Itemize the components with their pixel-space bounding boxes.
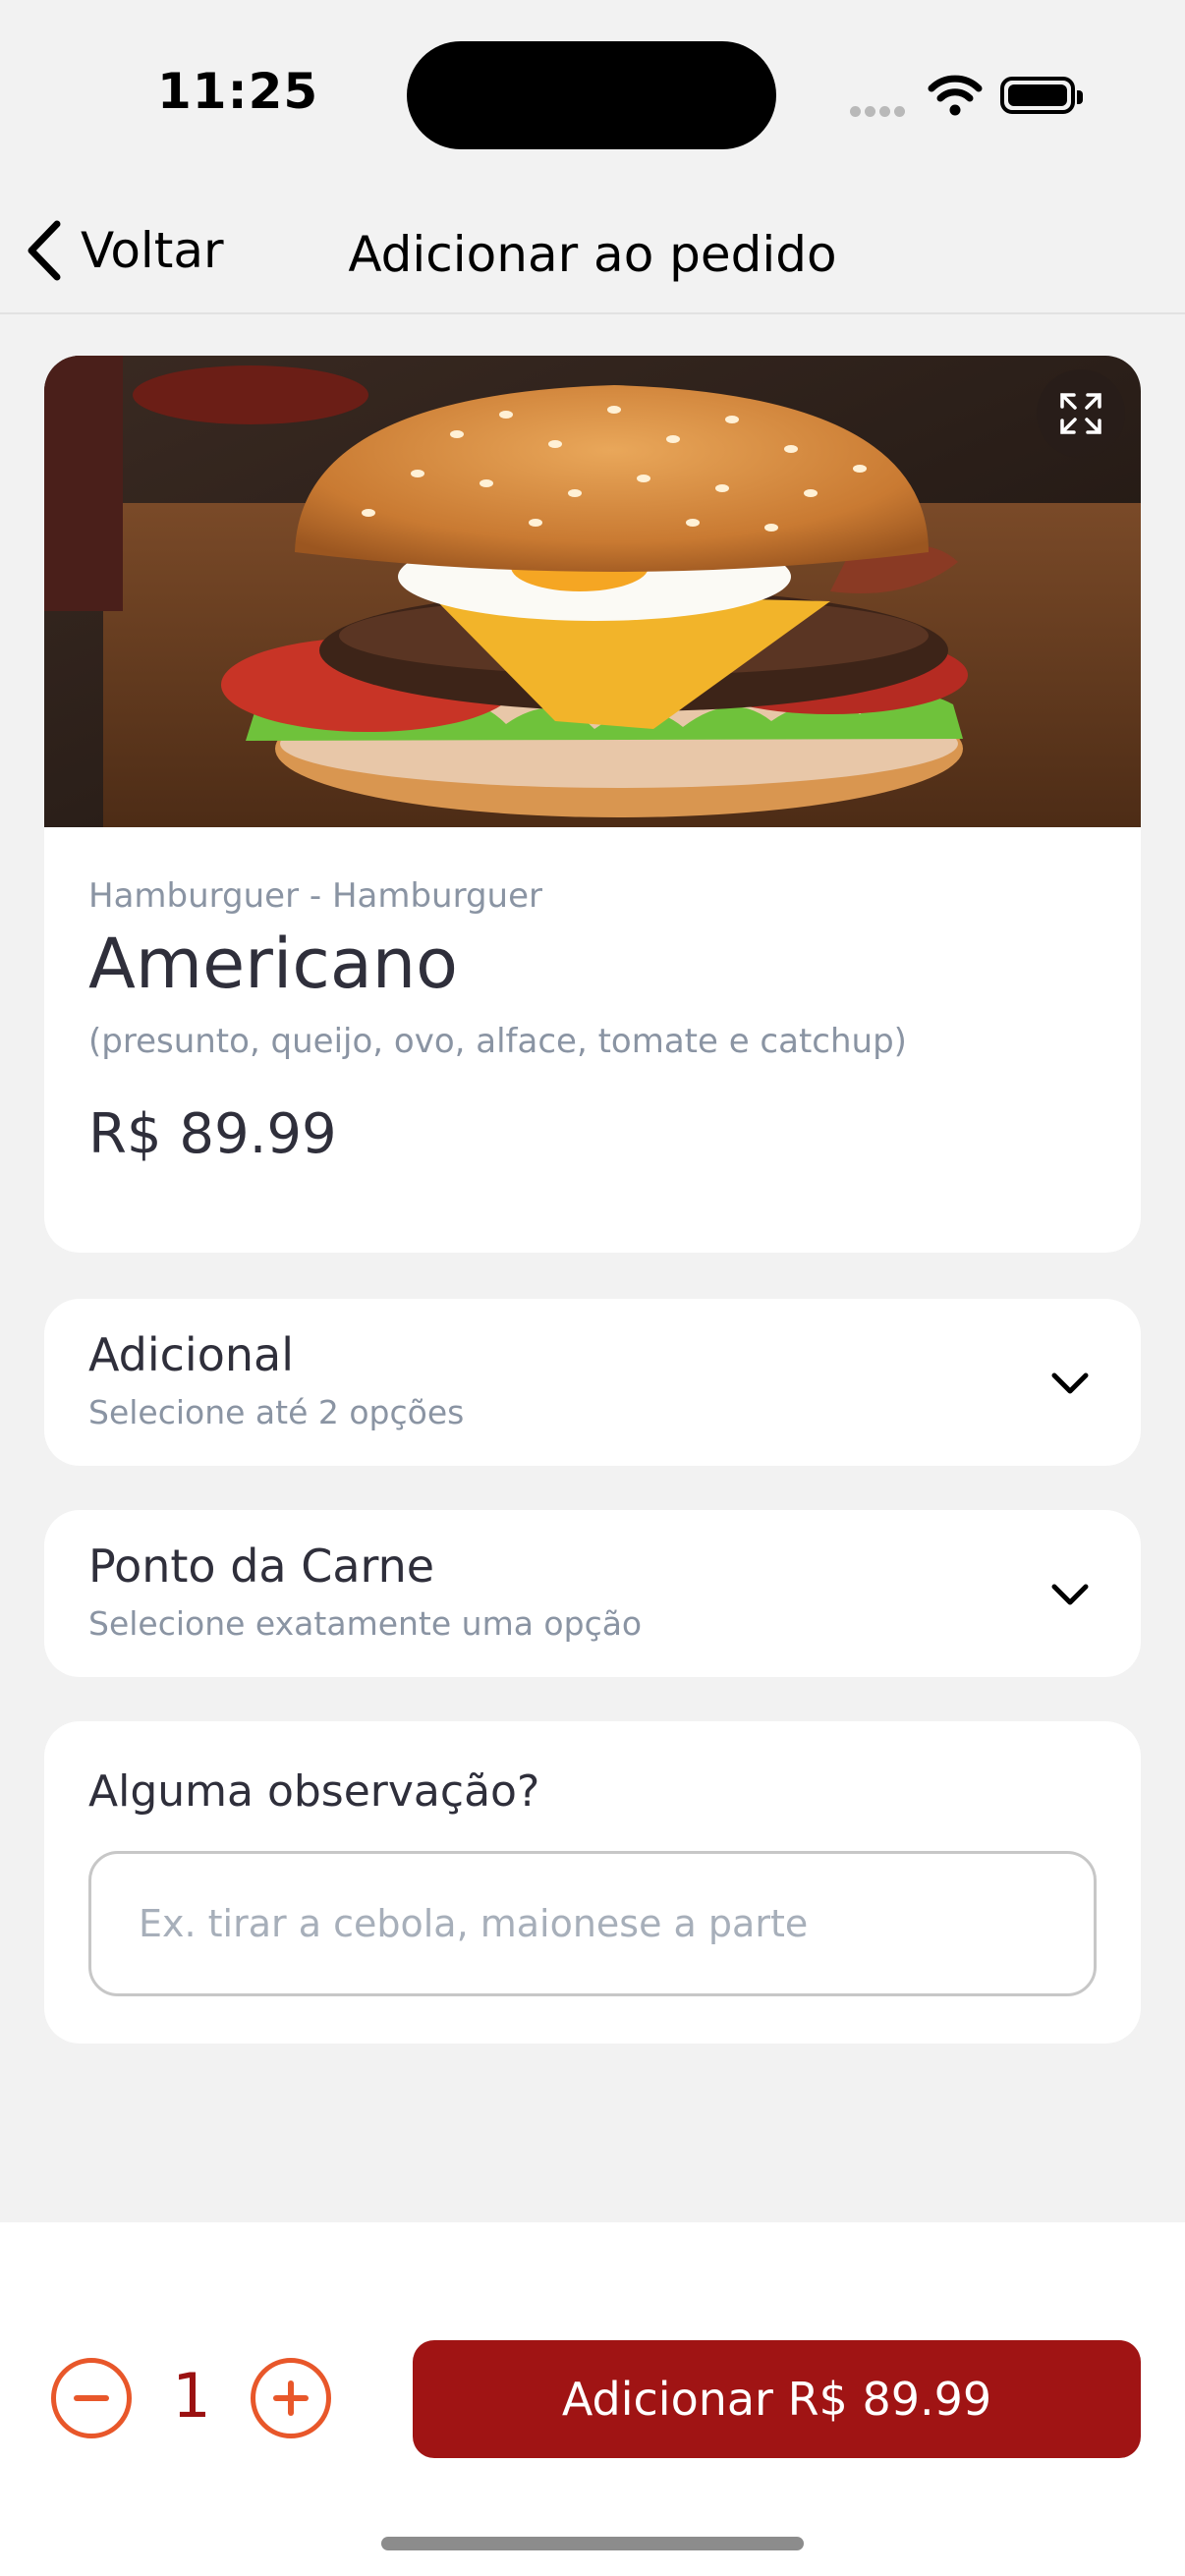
chevron-down-icon: [1051, 1584, 1089, 1605]
wifi-icon: [928, 75, 983, 116]
page-title: Adicionar ao pedido: [348, 226, 837, 283]
product-category: Hamburguer - Hamburguer: [88, 876, 543, 916]
option-group-title: Ponto da Carne: [88, 1540, 435, 1593]
product-name: Americano: [88, 924, 458, 1004]
battery-icon: [1000, 77, 1083, 114]
option-group-adicional[interactable]: Adicional Selecione até 2 opções: [44, 1299, 1141, 1466]
bottom-action-bar: 1 Adicionar R$ 89.99: [0, 2222, 1185, 2576]
product-image[interactable]: [44, 356, 1141, 827]
option-group-subtitle: Selecione até 2 opções: [88, 1393, 465, 1431]
product-card: Hamburguer - Hamburguer Americano (presu…: [44, 356, 1141, 1253]
status-time: 11:25: [157, 63, 319, 120]
add-to-order-button[interactable]: Adicionar R$ 89.99: [413, 2340, 1141, 2458]
decrease-quantity-button[interactable]: [51, 2358, 132, 2438]
expand-image-button[interactable]: [1037, 369, 1125, 458]
quantity-value: 1: [172, 2360, 211, 2432]
product-price: R$ 89.99: [88, 1102, 337, 1166]
product-description: (presunto, queijo, ovo, alface, tomate e…: [88, 1022, 907, 1061]
home-indicator: [381, 2537, 804, 2550]
option-group-title: Adicional: [88, 1328, 294, 1381]
hamburger-photo: [44, 356, 1141, 827]
navigation-bar: Voltar Adicionar ao pedido: [0, 187, 1185, 314]
observation-input[interactable]: [88, 1851, 1097, 1996]
observation-title: Alguma observação?: [88, 1766, 540, 1817]
dynamic-island: [407, 41, 776, 149]
expand-icon: [1060, 393, 1101, 434]
option-group-subtitle: Selecione exatamente uma opção: [88, 1604, 643, 1643]
status-bar: 11:25: [0, 0, 1185, 187]
chevron-down-icon: [1051, 1372, 1089, 1394]
observation-card: Alguma observação?: [44, 1721, 1141, 2044]
cellular-signal-icon: [850, 102, 909, 121]
option-group-ponto-da-carne[interactable]: Ponto da Carne Selecione exatamente uma …: [44, 1510, 1141, 1677]
increase-quantity-button[interactable]: [251, 2358, 331, 2438]
